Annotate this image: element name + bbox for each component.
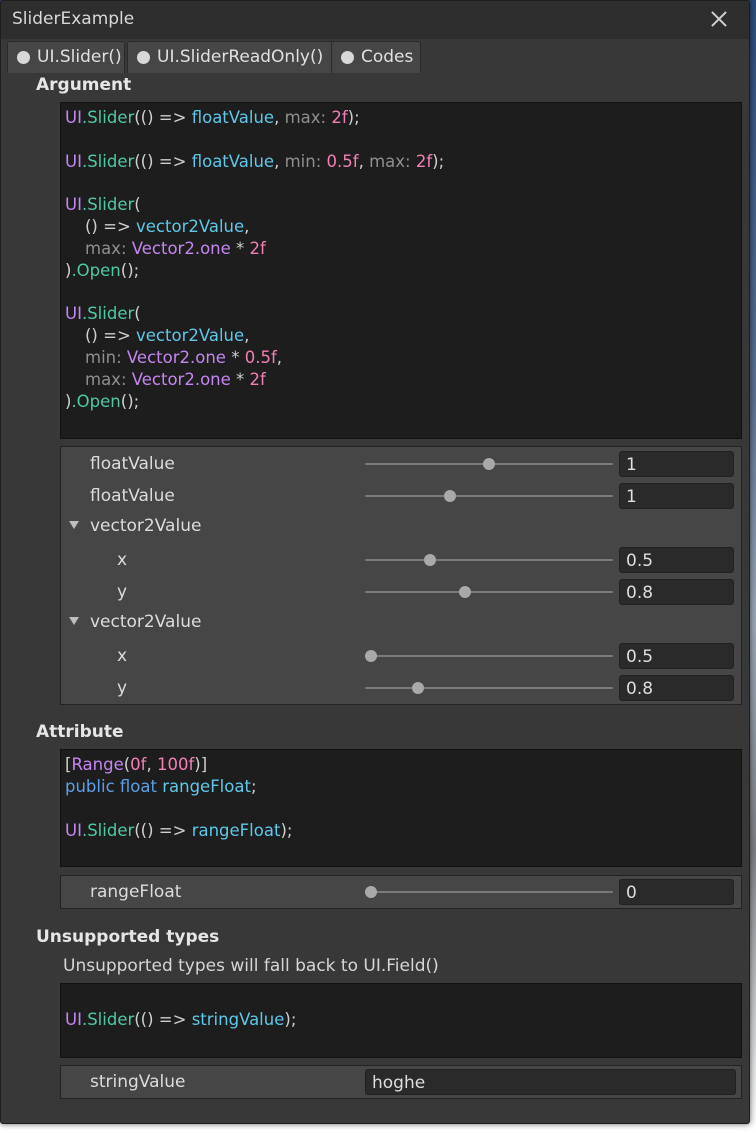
slider-row-y: y 0.8: [61, 577, 741, 607]
foldout-arrow-icon[interactable]: [69, 521, 79, 529]
argument-heading: Argument: [36, 75, 132, 95]
tab-radio-icon: [17, 51, 30, 64]
slider-example-window: SliderExample UI.Slider() UI.SliderReadO…: [0, 0, 750, 1124]
code-line: () => vector2Value,: [85, 217, 250, 236]
value-field[interactable]: 0.8: [619, 675, 734, 701]
tab-label: UI.Slider(): [37, 47, 122, 67]
slider-thumb[interactable]: [412, 682, 425, 694]
slider-track: [365, 655, 613, 657]
tab-label: UI.SliderReadOnly(): [157, 47, 324, 67]
attribute-heading: Attribute: [36, 722, 124, 742]
slider-thumb[interactable]: [459, 586, 472, 598]
x-slider[interactable]: [365, 549, 613, 571]
row-label: vector2Value: [90, 612, 202, 632]
y-slider[interactable]: [365, 677, 613, 699]
field-value: 0.8: [626, 583, 654, 603]
row-label: x: [117, 646, 128, 666]
row-label: stringValue: [90, 1072, 186, 1092]
value-field[interactable]: 0: [619, 879, 734, 905]
value-field[interactable]: 0.5: [619, 547, 734, 573]
field-value: 1: [626, 455, 637, 475]
code-line: UI.Slider(() => rangeFloat);: [65, 821, 293, 840]
code-line: UI.Slider(() => stringValue);: [65, 1010, 297, 1029]
float-slider[interactable]: [365, 485, 613, 507]
field-row-stringvalue: stringValue hoghe: [61, 1067, 741, 1097]
rangefloat-slider[interactable]: [365, 881, 613, 903]
slider-row-y: y 0.8: [61, 673, 741, 703]
unsupported-code-block: UI.Slider(() => stringValue);: [60, 983, 742, 1058]
slider-thumb[interactable]: [443, 490, 456, 502]
field-value: 1: [626, 487, 637, 507]
row-label: floatValue: [90, 486, 175, 506]
row-label: y: [117, 678, 128, 698]
field-value: hoghe: [372, 1073, 426, 1093]
slider-thumb[interactable]: [424, 554, 436, 566]
foldout-arrow-icon[interactable]: [69, 617, 79, 625]
string-field[interactable]: hoghe: [365, 1069, 736, 1095]
foldout-vector2value[interactable]: vector2Value: [61, 511, 741, 541]
slider-row-floatvalue-minmax: floatValue 1: [61, 481, 741, 511]
tab-radio-icon: [341, 51, 354, 64]
value-field[interactable]: 0.8: [619, 579, 734, 605]
argument-code-block: UI.Slider(() => floatValue, max: 2f); UI…: [60, 102, 742, 439]
code-line: () => vector2Value,: [85, 326, 250, 345]
code-line: UI.Slider(() => floatValue, max: 2f);: [65, 108, 360, 127]
unsupported-heading: Unsupported types: [36, 927, 220, 947]
x-slider[interactable]: [365, 645, 613, 667]
tab-ui-slider-readonly[interactable]: UI.SliderReadOnly(): [127, 41, 334, 73]
field-value: 0: [626, 883, 637, 903]
attribute-code-block: [Range(0f, 100f)] public float rangeFloa…: [60, 749, 742, 867]
slider-thumb[interactable]: [365, 886, 377, 898]
tab-codes[interactable]: Codes: [331, 41, 421, 73]
slider-row-x: x 0.5: [61, 641, 741, 671]
tab-ui-slider[interactable]: UI.Slider(): [7, 41, 125, 73]
code-line: UI.Slider(() => floatValue, min: 0.5f, m…: [65, 152, 445, 171]
row-label: rangeFloat: [90, 882, 182, 902]
tab-radio-icon: [137, 51, 150, 64]
slider-thumb[interactable]: [365, 650, 377, 662]
slider-row-x: x 0.5: [61, 545, 741, 575]
code-line: public float rangeFloat;: [65, 777, 257, 796]
unsupported-preview-panel: stringValue hoghe: [60, 1065, 742, 1099]
field-value: 0.5: [626, 551, 654, 571]
tab-label: Codes: [361, 47, 414, 67]
argument-preview-panel: floatValue 1 floatValue 1 vector2Value x…: [60, 446, 742, 705]
row-label: floatValue: [90, 454, 175, 474]
close-icon[interactable]: [707, 7, 731, 31]
value-field[interactable]: 1: [619, 451, 734, 477]
code-line: ).Open();: [65, 392, 140, 411]
row-label: y: [117, 582, 128, 602]
title-bar[interactable]: SliderExample: [1, 1, 749, 39]
float-slider[interactable]: [365, 453, 613, 475]
code-line: min: Vector2.one * 0.5f,: [85, 348, 283, 367]
slider-track: [365, 495, 613, 497]
unsupported-note: Unsupported types will fall back to UI.F…: [63, 956, 439, 976]
code-line: max: Vector2.one * 2f: [85, 370, 266, 389]
foldout-vector2value[interactable]: vector2Value: [61, 607, 741, 637]
row-label: vector2Value: [90, 516, 202, 536]
y-slider[interactable]: [365, 581, 613, 603]
slider-thumb[interactable]: [483, 458, 495, 470]
code-line: [Range(0f, 100f)]: [65, 755, 208, 774]
row-label: x: [117, 550, 128, 570]
slider-track: [365, 891, 613, 893]
slider-track: [365, 559, 613, 561]
slider-row-floatvalue: floatValue 1: [61, 449, 741, 479]
value-field[interactable]: 0.5: [619, 643, 734, 669]
slider-track: [365, 687, 613, 689]
value-field[interactable]: 1: [619, 483, 734, 509]
field-value: 0.8: [626, 679, 654, 699]
slider-row-rangefloat: rangeFloat 0: [61, 877, 741, 907]
code-line: UI.Slider(: [65, 195, 141, 214]
slider-track: [365, 591, 613, 593]
code-line: max: Vector2.one * 2f: [85, 239, 266, 258]
code-line: UI.Slider(: [65, 304, 141, 323]
code-line: ).Open();: [65, 261, 140, 280]
window-title: SliderExample: [12, 9, 135, 29]
field-value: 0.5: [626, 647, 654, 667]
attribute-preview-panel: rangeFloat 0: [60, 875, 742, 909]
